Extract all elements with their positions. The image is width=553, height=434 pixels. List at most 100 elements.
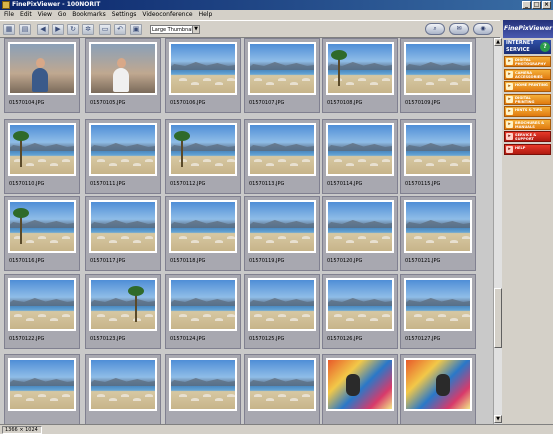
service-button-brochures-manuals[interactable]: ▸ BROCHURES & MANUALS bbox=[504, 118, 551, 130]
arrow-icon: ▸ bbox=[506, 145, 513, 153]
print-icon[interactable]: ▭ bbox=[99, 24, 111, 35]
thumbnail-image bbox=[406, 202, 470, 251]
vertical-scrollbar[interactable]: ▲ ▼ bbox=[493, 38, 502, 424]
thumbnail[interactable]: 01570121.JPG bbox=[400, 196, 476, 271]
thumbnail[interactable]: 01570104.JPG bbox=[4, 38, 80, 113]
scroll-up-icon[interactable]: ▲ bbox=[494, 38, 502, 46]
thumbnail-frame bbox=[404, 358, 472, 411]
thumbnail-filename: 01570122.JPG bbox=[9, 336, 45, 342]
slideshow-icon[interactable]: ▣ bbox=[130, 24, 142, 35]
thumbnail[interactable]: 01570107.JPG bbox=[244, 38, 320, 113]
thumbnail[interactable]: 01570109.JPG bbox=[400, 38, 476, 113]
thumbnail[interactable] bbox=[85, 354, 161, 424]
service-button-service-support[interactable]: ▸ SERVICE & SUPPORT bbox=[504, 131, 551, 142]
thumbnail[interactable]: 01570123.JPG bbox=[85, 274, 161, 349]
thumbnail[interactable]: 01570120.JPG bbox=[322, 196, 398, 271]
window-title: FinePixViewer - 100NORIT bbox=[12, 1, 101, 8]
service-panel: INTERNET SERVICE ? ▸ DIGITAL PHOTOGRAPHY ▸… bbox=[502, 38, 553, 424]
back-icon[interactable]: ◀ bbox=[37, 24, 49, 35]
thumbnail[interactable]: 01570118.JPG bbox=[165, 196, 241, 271]
thumbnail[interactable]: 01570116.JPG bbox=[4, 196, 80, 271]
thumbnail-frame bbox=[89, 358, 157, 411]
thumbnail[interactable]: 01570119.JPG bbox=[244, 196, 320, 271]
thumbnail[interactable]: 01570114.JPG bbox=[322, 119, 398, 194]
menu-item-view[interactable]: View bbox=[38, 10, 52, 20]
thumbnail-filename: 01570121.JPG bbox=[405, 258, 441, 264]
thumbnail[interactable]: 01570115.JPG bbox=[400, 119, 476, 194]
menu-item-edit[interactable]: Edit bbox=[20, 10, 32, 20]
thumbnail[interactable]: 01570117.JPG bbox=[85, 196, 161, 271]
forward-icon[interactable]: ▶ bbox=[52, 24, 64, 35]
thumbnail-image bbox=[91, 44, 155, 93]
menu-item-bookmarks[interactable]: Bookmarks bbox=[72, 10, 106, 20]
thumbnail-image bbox=[10, 280, 74, 329]
help-question-icon[interactable]: ? bbox=[540, 42, 550, 52]
thumbnail-frame bbox=[8, 123, 76, 176]
thumbnail-image bbox=[328, 202, 392, 251]
menu-item-settings[interactable]: Settings bbox=[112, 10, 137, 20]
settings-gear-icon[interactable]: ✲ bbox=[82, 24, 94, 35]
thumbnail[interactable]: 01570122.JPG bbox=[4, 274, 80, 349]
service-button-camera-accessories[interactable]: ▸ CAMERA ACCESSORIES bbox=[504, 68, 551, 80]
thumbnail[interactable]: 01570105.JPG bbox=[85, 38, 161, 113]
menu-item-file[interactable]: File bbox=[4, 10, 14, 20]
menu-item-go[interactable]: Go bbox=[58, 10, 66, 20]
scroll-thumb[interactable] bbox=[494, 288, 502, 348]
thumbnail[interactable]: 01570125.JPG bbox=[244, 274, 320, 349]
thumbnail[interactable] bbox=[244, 354, 320, 424]
service-button-hints-tips[interactable]: ▸ HINTS & TIPS bbox=[504, 106, 551, 117]
thumbnail[interactable] bbox=[400, 354, 476, 424]
grid-view-icon[interactable]: ▦ bbox=[3, 24, 15, 35]
email-icon[interactable]: ✉ bbox=[449, 23, 469, 35]
maximize-button[interactable]: □ bbox=[532, 1, 541, 9]
thumbnail-image bbox=[250, 360, 314, 409]
menu-item-videoconference[interactable]: Videoconference bbox=[142, 10, 192, 20]
service-button-help[interactable]: ▸ HELP bbox=[504, 143, 551, 155]
thumbnail-filename: 01570112.JPG bbox=[170, 181, 206, 187]
service-button-label: HELP bbox=[515, 145, 526, 150]
search-icon[interactable]: ⌕ bbox=[425, 23, 445, 35]
thumbnail[interactable]: 01570124.JPG bbox=[165, 274, 241, 349]
thumbnail-filename: 01570105.JPG bbox=[90, 100, 126, 106]
thumbnail[interactable] bbox=[322, 354, 398, 424]
thumbnail-frame bbox=[326, 358, 394, 411]
thumbnail[interactable]: 01570126.JPG bbox=[322, 274, 398, 349]
thumbnail-image bbox=[91, 360, 155, 409]
list-view-icon[interactable]: ▤ bbox=[19, 24, 31, 35]
thumbnail[interactable]: 01570113.JPG bbox=[244, 119, 320, 194]
rotate-icon[interactable]: ↻ bbox=[67, 24, 79, 35]
right-toolbar: ⌕ ✉ ◉ bbox=[425, 20, 493, 38]
thumbnail[interactable]: 01570111.JPG bbox=[85, 119, 161, 194]
minimize-button[interactable]: _ bbox=[522, 1, 531, 9]
thumbnail[interactable]: 01570108.JPG bbox=[322, 38, 398, 113]
thumbnail-filename: 01570116.JPG bbox=[9, 258, 45, 264]
thumbnail-filename: 01570127.JPG bbox=[405, 336, 441, 342]
undo-icon[interactable]: ↶ bbox=[114, 24, 126, 35]
scroll-down-icon[interactable]: ▼ bbox=[494, 415, 502, 423]
camera-icon[interactable]: ◉ bbox=[473, 23, 493, 35]
thumbnail-filename: 01570107.JPG bbox=[249, 100, 285, 106]
service-button-digital-photography[interactable]: ▸ DIGITAL PHOTOGRAPHY bbox=[504, 56, 551, 67]
thumbnail-image bbox=[171, 202, 235, 251]
thumbnail-filename: 01570124.JPG bbox=[170, 336, 206, 342]
thumbnail-image bbox=[171, 360, 235, 409]
close-button[interactable]: × bbox=[542, 1, 551, 9]
thumbnail[interactable]: 01570106.JPG bbox=[165, 38, 241, 113]
thumbnail-size-select[interactable]: Large Thumbnail ▼ bbox=[150, 25, 200, 34]
menu-item-help[interactable]: Help bbox=[199, 10, 213, 20]
thumbnail-image bbox=[91, 280, 155, 329]
service-button-home-printing[interactable]: ▸ HOME PRINTING bbox=[504, 81, 551, 92]
thumbnail-image bbox=[91, 125, 155, 174]
thumbnail-filename: 01570126.JPG bbox=[327, 336, 363, 342]
thumbnail[interactable]: 01570110.JPG bbox=[4, 119, 80, 194]
thumbnail-frame bbox=[248, 200, 316, 253]
thumbnail-filename: 01570125.JPG bbox=[249, 336, 285, 342]
thumbnail-filename: 01570114.JPG bbox=[327, 181, 363, 187]
service-button-digital-printing[interactable]: ▸ DIGITAL PRINTING bbox=[504, 93, 551, 105]
thumbnail[interactable] bbox=[4, 354, 80, 424]
thumbnail[interactable]: 01570127.JPG bbox=[400, 274, 476, 349]
thumbnail-frame bbox=[89, 123, 157, 176]
menu-bar: File Edit View Go Bookmarks Settings Videoconf… bbox=[0, 10, 553, 20]
thumbnail[interactable] bbox=[165, 354, 241, 424]
thumbnail[interactable]: 01570112.JPG bbox=[165, 119, 241, 194]
